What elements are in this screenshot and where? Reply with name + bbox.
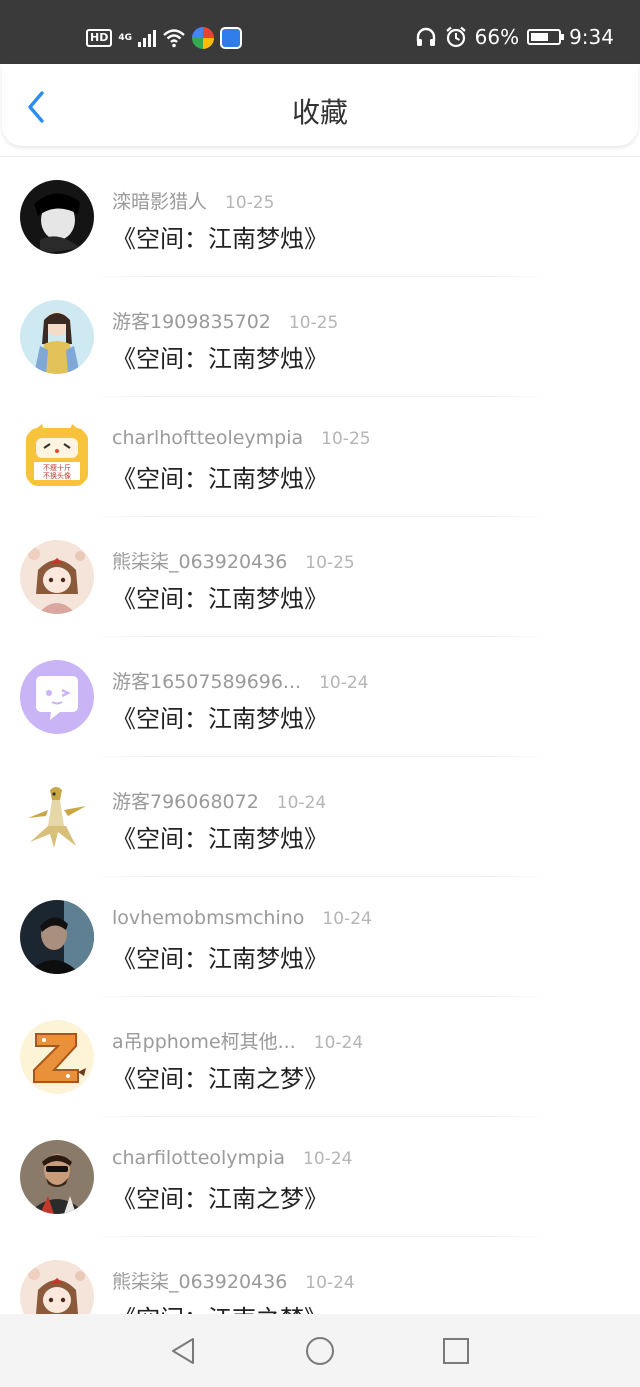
username: 滦暗影猎人 xyxy=(112,191,208,213)
list-item[interactable]: 游客1909835702 10-25 《空间：江南梦烛》 xyxy=(0,277,640,397)
date: 10-24 xyxy=(303,1149,353,1169)
battery-fill xyxy=(531,33,549,41)
date: 10-25 xyxy=(288,313,339,333)
item-meta: a吊pphome柯其他... 10-24 xyxy=(112,1027,363,1054)
work-title: 《空间：江南梦烛》 xyxy=(112,465,328,493)
avatar[interactable] xyxy=(20,300,94,374)
work-title: 《空间：江南梦烛》 xyxy=(112,225,328,253)
avatar[interactable] xyxy=(20,780,94,854)
header-bar: 收藏 xyxy=(2,64,638,146)
status-bar: HD 4G 66% 9:34 xyxy=(0,0,640,64)
item-meta: lovhemobmsmchino 10-24 xyxy=(112,907,372,929)
list-item[interactable]: 游客16507589696... 10-24 《空间：江南梦烛》 xyxy=(0,637,640,757)
item-meta: 滦暗影猎人 10-25 xyxy=(112,187,274,214)
app-notification-icon xyxy=(220,27,242,49)
date: 10-24 xyxy=(305,1273,355,1293)
list-item[interactable]: charfilotteolympia 10-24 《空间：江南之梦》 xyxy=(0,1117,640,1237)
list-item[interactable]: 不瘦十斤 不换头像 charlhoftteoleympia 10-25 《空间：江… xyxy=(0,397,640,517)
page-title: 收藏 xyxy=(291,96,348,129)
signal-icon xyxy=(138,29,156,47)
avatar[interactable] xyxy=(20,900,94,974)
svg-text:不换头像: 不换头像 xyxy=(43,471,71,480)
username: 熊柒柒_063920436 xyxy=(112,551,288,573)
date: 10-25 xyxy=(305,553,355,573)
avatar[interactable] xyxy=(20,540,94,614)
username: 游客796068072 xyxy=(112,791,259,813)
work-title: 《空间：江南之梦》 xyxy=(112,1185,328,1213)
hd-icon: HD xyxy=(86,29,113,47)
status-left: HD 4G xyxy=(86,24,242,52)
status-right: 66% 9:34 xyxy=(415,22,614,52)
circle-home-icon xyxy=(306,1337,334,1365)
username: a吊pphome柯其他... xyxy=(112,1031,296,1053)
clock: 9:34 xyxy=(569,25,614,49)
list-item[interactable]: 熊柒柒_063920436 10-25 《空间：江南梦烛》 xyxy=(0,517,640,637)
wifi-icon xyxy=(163,29,185,48)
nav-back-button[interactable] xyxy=(168,1336,198,1366)
headphones-icon xyxy=(416,27,435,46)
item-meta: 熊柒柒_063920436 10-25 xyxy=(112,547,355,574)
avatar[interactable] xyxy=(20,1260,94,1314)
nav-recents-button[interactable] xyxy=(441,1336,471,1366)
nav-home-button[interactable] xyxy=(305,1336,335,1366)
date: 10-25 xyxy=(321,429,371,449)
avatar[interactable] xyxy=(20,1140,94,1214)
square-recents-icon xyxy=(443,1338,469,1364)
work-title: 《空间：江南梦烛》 xyxy=(112,825,328,853)
svg-text:不瘦十斤: 不瘦十斤 xyxy=(43,463,71,472)
battery-icon xyxy=(527,29,565,45)
list-item[interactable]: 滦暗影猎人 10-25 《空间：江南梦烛》 xyxy=(0,157,640,277)
item-meta: 游客1909835702 10-25 xyxy=(112,307,338,334)
item-meta: 熊柒柒_063920436 10-24 xyxy=(112,1267,355,1294)
work-title: 《空间：江南之梦》 xyxy=(112,1299,328,1314)
date: 10-24 xyxy=(313,1033,364,1053)
favorites-list[interactable]: 滦暗影猎人 10-25 《空间：江南梦烛》 游客1909835702 10-25… xyxy=(0,156,640,1314)
app-notification-icon xyxy=(192,27,214,49)
system-navigation-bar xyxy=(0,1314,640,1387)
list-item[interactable]: 熊柒柒_063920436 10-24 《空间：江南之梦》 xyxy=(0,1237,640,1314)
date: 10-24 xyxy=(322,909,372,929)
date: 10-25 xyxy=(225,193,275,213)
item-meta: 游客16507589696... 10-24 xyxy=(112,667,369,694)
date: 10-24 xyxy=(319,673,369,693)
work-title: 《空间：江南之梦》 xyxy=(112,1065,328,1093)
triangle-back-icon xyxy=(172,1338,194,1364)
work-title: 《空间：江南梦烛》 xyxy=(112,945,328,973)
username: charfilotteolympia xyxy=(112,1147,286,1169)
avatar[interactable] xyxy=(20,660,94,734)
avatar[interactable] xyxy=(20,1020,94,1094)
username: 熊柒柒_063920436 xyxy=(112,1271,288,1293)
username: lovhemobmsmchino xyxy=(112,907,305,929)
date: 10-24 xyxy=(276,793,327,813)
alarm-icon xyxy=(445,26,466,48)
avatar[interactable] xyxy=(20,180,94,254)
item-meta: 游客796068072 10-24 xyxy=(112,787,326,814)
battery-percent: 66% xyxy=(474,25,520,49)
avatar[interactable]: 不瘦十斤 不换头像 xyxy=(20,420,94,494)
username: 游客1909835702 xyxy=(112,311,271,333)
item-meta: charfilotteolympia 10-24 xyxy=(112,1147,352,1169)
username: charlhoftteoleympia xyxy=(112,427,304,449)
list-item[interactable]: 游客796068072 10-24 《空间：江南梦烛》 xyxy=(0,757,640,877)
work-title: 《空间：江南梦烛》 xyxy=(112,345,328,373)
list-item[interactable]: a吊pphome柯其他... 10-24 《空间：江南之梦》 xyxy=(0,997,640,1117)
username: 游客16507589696... xyxy=(112,671,302,693)
item-meta: charlhoftteoleympia 10-25 xyxy=(112,427,371,449)
work-title: 《空间：江南梦烛》 xyxy=(112,705,328,733)
network-type: 4G xyxy=(118,33,132,43)
list-item[interactable]: lovhemobmsmchino 10-24 《空间：江南梦烛》 xyxy=(0,877,640,997)
work-title: 《空间：江南梦烛》 xyxy=(112,585,328,613)
